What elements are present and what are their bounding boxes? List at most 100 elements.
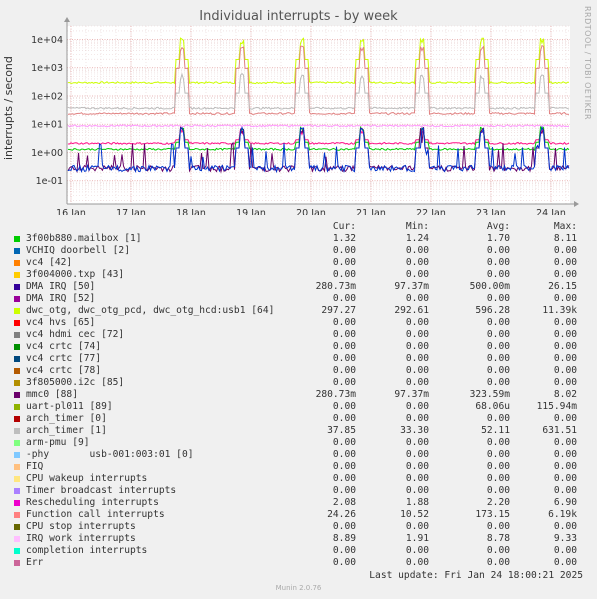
legend-min-value: 0.00 [405, 401, 429, 412]
legend-label: vc4 crtc [78] [26, 365, 102, 376]
legend-max-value: 0.00 [553, 437, 577, 448]
legend-max-value: 0.00 [553, 449, 577, 460]
legend-min-value: 0.00 [405, 545, 429, 556]
legend-label: FIQ [26, 461, 44, 472]
legend-max-value: 0.00 [553, 473, 577, 484]
legend-max-value: 0.00 [553, 545, 577, 556]
legend-swatch [14, 308, 20, 314]
legend-swatch [14, 548, 20, 554]
legend-swatch [14, 536, 20, 542]
legend-label: Rescheduling interrupts [26, 497, 159, 508]
legend-min-value: 0.00 [405, 293, 429, 304]
legend-swatch [14, 476, 20, 482]
legend-min-value: 0.00 [405, 329, 429, 340]
legend-swatch [14, 500, 20, 506]
legend-max-value: 0.00 [553, 461, 577, 472]
legend-min-value: 10.52 [400, 509, 429, 520]
legend-swatch [14, 320, 20, 326]
legend-label: vc4 crtc [74] [26, 341, 102, 352]
legend-label: completion interrupts [26, 545, 148, 556]
x-axis-arrow [574, 201, 579, 207]
legend-max-value: 0.00 [553, 329, 577, 340]
legend-max-value: 0.00 [553, 413, 577, 424]
y-axis-arrow [64, 17, 70, 22]
legend-swatch [14, 344, 20, 350]
x-tick-labels: 16 Jan 17 Jan 18 Jan 19 Jan 20 Jan 21 Jan 22 J… [56, 208, 566, 215]
legend-max-value: 6.90 [553, 497, 577, 508]
legend-max-value: 8.02 [553, 389, 577, 400]
legend-swatch [14, 356, 20, 362]
legend-max-value: 0.00 [553, 317, 577, 328]
legend-label: DMA IRQ [52] [26, 293, 96, 304]
x-tick-label: 21 Jan [356, 208, 386, 215]
legend-min-value: 0.00 [405, 317, 429, 328]
x-tick-label: 20 Jan [296, 208, 326, 215]
y-tick-label: 1e+03 [31, 63, 63, 74]
legend-swatch [14, 248, 20, 254]
legend-max-value: 11.39k [542, 305, 577, 316]
legend-min-value: 1.88 [405, 497, 429, 508]
legend-label: DMA IRQ [50] [26, 281, 96, 292]
legend-min-value: 33.30 [400, 425, 429, 436]
legend-min-value: 0.00 [405, 521, 429, 532]
legend-max-value: 0.00 [553, 485, 577, 496]
legend-max-value: 0.00 [553, 557, 577, 568]
legend-swatch [14, 428, 20, 434]
legend-label: vc4 hvs [65] [26, 317, 96, 328]
y-tick-label: 1e+04 [31, 35, 63, 46]
legend-swatch [14, 464, 20, 470]
x-tick-label: 22 Jan [416, 208, 446, 215]
legend-label: Timer broadcast interrupts [26, 485, 177, 496]
x-tick-label: 18 Jan [176, 208, 206, 215]
legend-min-value: 0.00 [405, 377, 429, 388]
legend-max-value: 631.51 [542, 425, 577, 436]
plot-background [67, 26, 570, 204]
legend-max-value: 0.00 [553, 245, 577, 256]
legend-label: dwc_otg, dwc_otg_pcd, dwc_otg_hcd:usb1 [… [26, 305, 275, 316]
legend-min-value: 97.37m [394, 281, 429, 292]
legend-swatch [14, 392, 20, 398]
legend-min-value: 0.00 [405, 269, 429, 280]
plot-area: 1e+04 1e+03 1e+02 1e+01 1e+00 1e-01 16 Jan 17 … [31, 17, 579, 215]
legend-label: vc4 [42] [26, 257, 73, 268]
legend-swatch [14, 512, 20, 518]
legend-max-value: 115.94m [536, 401, 577, 412]
legend-max-value: 0.00 [553, 293, 577, 304]
legend-min-value: 97.37m [394, 389, 429, 400]
legend-swatch [14, 368, 20, 374]
legend-min-value: 0.00 [405, 353, 429, 364]
legend-min-value: 0.00 [405, 437, 429, 448]
y-tick-label: 1e+01 [31, 120, 63, 131]
legend-label: 3f805000.i2c [85] [26, 377, 125, 388]
legend-max-value: 8.11 [553, 233, 577, 244]
legend-swatch [14, 404, 20, 410]
legend-swatch [14, 440, 20, 446]
legend-label: arm-pmu [9] [26, 437, 90, 448]
legend-label: -phy usb-001:003:01 [0] [26, 449, 194, 460]
x-tick-label: 19 Jan [236, 208, 266, 215]
legend-swatch [14, 332, 20, 338]
legend-header-min: Min: [405, 221, 429, 232]
legend-max-value: 0.00 [553, 365, 577, 376]
legend-min-value: 0.00 [405, 413, 429, 424]
legend-max-value: 0.00 [553, 257, 577, 268]
legend-min-value: 0.00 [405, 341, 429, 352]
legend-label: mmc0 [88] [26, 389, 78, 400]
legend-max-value: 0.00 [553, 341, 577, 352]
legend-swatch [14, 260, 20, 266]
legend-swatch [14, 452, 20, 458]
legend-max-value: 0.00 [553, 377, 577, 388]
legend-min-value: 1.91 [405, 533, 429, 544]
legend-max-value: 0.00 [553, 521, 577, 532]
legend-label: arch_timer [0] [26, 413, 107, 424]
legend-min-value: 0.00 [405, 473, 429, 484]
legend-min-value: 1.24 [405, 233, 429, 244]
x-tick-label: 17 Jan [116, 208, 146, 215]
legend-swatch [14, 524, 20, 530]
munin-version: Munin 2.0.76 [275, 584, 322, 592]
legend-min-value: 0.00 [405, 461, 429, 472]
legend-label: CPU wakeup interrupts [26, 473, 148, 484]
legend-label: uart-pl011 [89] [26, 401, 113, 412]
y-tick-label: 1e+00 [31, 148, 63, 159]
legend-min-value: 0.00 [405, 365, 429, 376]
